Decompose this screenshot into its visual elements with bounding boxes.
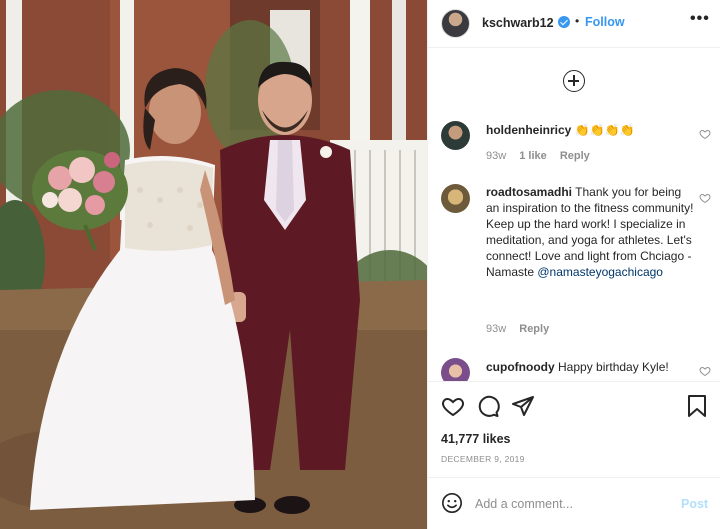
wedding-photo-illustration <box>0 0 427 529</box>
comment-likes[interactable]: 1 like <box>519 150 547 162</box>
actions-divider <box>428 381 720 382</box>
post-date[interactable]: DECEMBER 9, 2019 <box>441 454 525 464</box>
comment-body: 👏👏👏👏 <box>574 123 635 137</box>
author-avatar[interactable] <box>441 9 470 38</box>
comment-time[interactable]: 93w <box>486 323 506 335</box>
post-photo[interactable] <box>0 0 427 529</box>
heart-icon[interactable] <box>441 394 465 418</box>
follow-button[interactable]: Follow <box>585 15 625 29</box>
post-sidebar: kschwarb12 • Follow ••• holdenheinricy 👏… <box>427 0 720 529</box>
reply-button[interactable]: Reply <box>560 150 590 162</box>
comment-mention[interactable]: @namasteyogachicago <box>537 265 663 279</box>
verified-icon <box>558 16 570 28</box>
comment-body: Happy birthday Kyle! <box>558 360 669 374</box>
comment-username[interactable]: roadtosamadhi <box>486 185 572 199</box>
bookmark-icon[interactable] <box>686 394 708 418</box>
post-comment-button[interactable]: Post <box>681 497 708 511</box>
comment-heart-icon[interactable] <box>699 128 711 140</box>
commenter-avatar[interactable] <box>441 121 470 150</box>
comment-meta: 93w Reply <box>486 323 549 335</box>
header-separator: • <box>575 14 580 28</box>
author-username[interactable]: kschwarb12 <box>482 16 554 30</box>
plus-circle-icon[interactable] <box>563 70 585 92</box>
comment-text: holdenheinricy 👏👏👏👏 <box>486 122 696 138</box>
comment-username[interactable]: holdenheinricy <box>486 123 571 137</box>
likes-count[interactable]: 41,777 likes <box>441 432 511 446</box>
commenter-avatar[interactable] <box>441 358 470 381</box>
comment-input[interactable] <box>475 494 665 514</box>
more-options-icon[interactable]: ••• <box>690 10 710 28</box>
share-icon[interactable] <box>511 394 535 418</box>
comment-icon[interactable] <box>476 394 500 418</box>
comment-text: roadtosamadhi Thank you for being an ins… <box>486 184 696 280</box>
emoji-icon[interactable] <box>441 492 463 514</box>
comment-heart-icon[interactable] <box>699 365 711 377</box>
comment-time[interactable]: 93w <box>486 150 506 162</box>
comment-heart-icon[interactable] <box>699 192 711 204</box>
post-header: kschwarb12 • Follow ••• <box>428 0 720 48</box>
reply-button[interactable]: Reply <box>519 323 549 335</box>
post-actions <box>428 390 720 420</box>
comment-item: cupofnoody Happy birthday Kyle! <box>428 356 720 381</box>
comment-text: cupofnoody Happy birthday Kyle! <box>486 359 696 375</box>
comment-meta: 93w 1 like Reply <box>486 150 590 162</box>
add-comment-bar: Post <box>428 477 720 529</box>
commenter-avatar[interactable] <box>441 184 470 213</box>
comment-username[interactable]: cupofnoody <box>486 360 555 374</box>
